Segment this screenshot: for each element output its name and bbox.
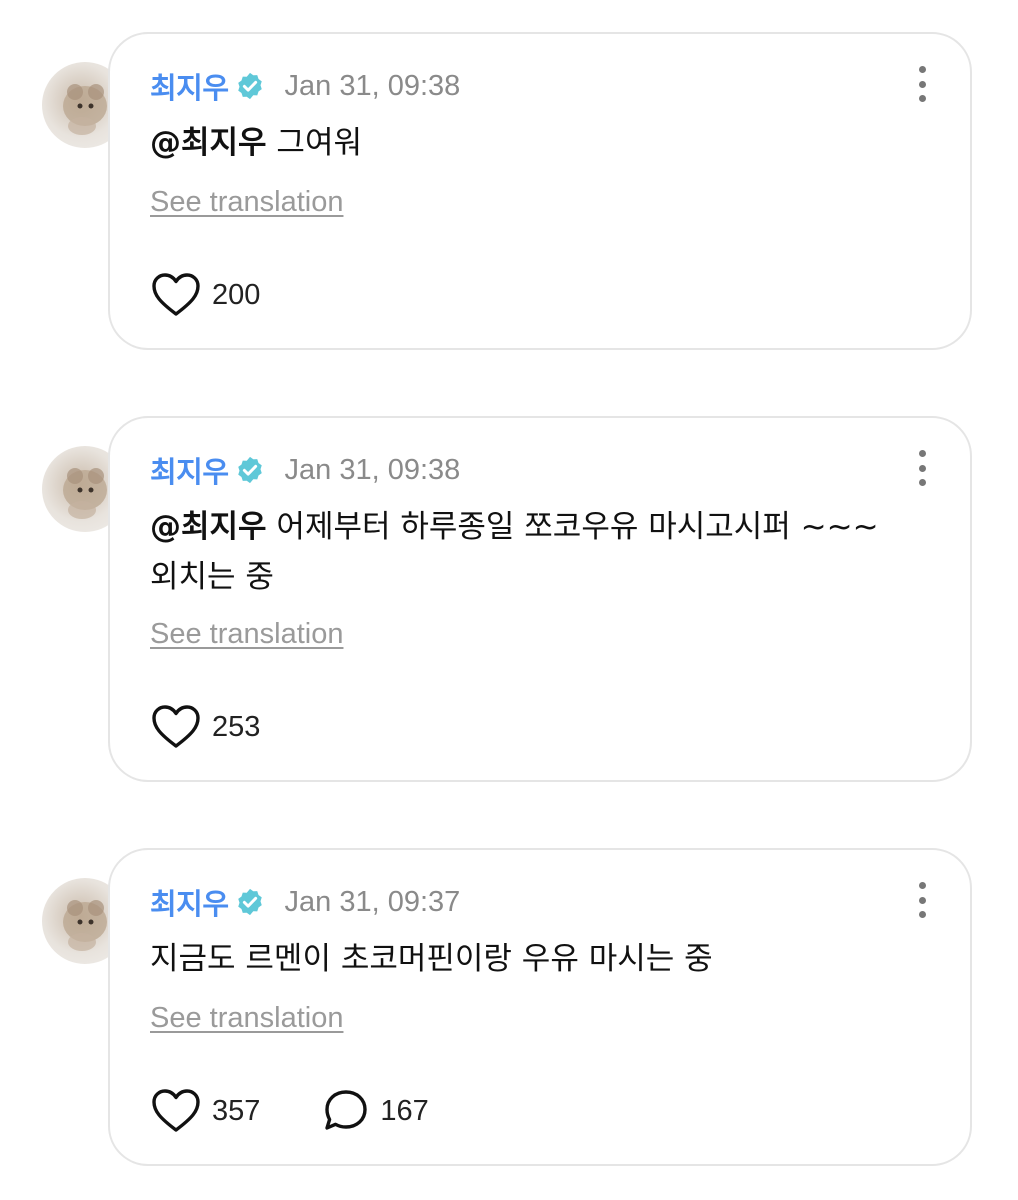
post-text: 지금도 르멘이 초코머핀이랑 우유 마시는 중 — [150, 934, 930, 984]
post-card[interactable]: 최지우 Jan 31, 09:38 @최지우 어제부터 하루종일 쪼코우유 마시… — [108, 416, 972, 782]
mention-link[interactable]: @최지우 — [150, 125, 267, 161]
post-text: @최지우 어제부터 하루종일 쪼코우유 마시고시퍼 ~~~ 외치는 중 — [150, 502, 880, 602]
author-name[interactable]: 최지우 — [150, 449, 229, 491]
like-button[interactable]: 253 — [150, 704, 260, 750]
post-timestamp: Jan 31, 09:38 — [284, 453, 461, 486]
author-name[interactable]: 최지우 — [150, 881, 229, 923]
verified-badge-icon — [235, 455, 265, 485]
post-body: 지금도 르멘이 초코머핀이랑 우유 마시는 중 — [150, 941, 713, 977]
mention-link[interactable]: @최지우 — [150, 509, 267, 545]
like-count: 253 — [212, 710, 261, 743]
post-header: 최지우 Jan 31, 09:37 — [150, 882, 460, 922]
post-header: 최지우 Jan 31, 09:38 — [150, 66, 460, 106]
heart-icon — [152, 273, 200, 316]
author-name[interactable]: 최지우 — [150, 65, 229, 107]
more-vertical-icon[interactable] — [916, 450, 928, 486]
post-card[interactable]: 최지우 Jan 31, 09:38 @최지우 그여워 See translati… — [108, 32, 972, 350]
post-actions: 253 — [150, 702, 322, 752]
post-actions: 357 167 — [150, 1086, 491, 1136]
like-button[interactable]: 357 — [150, 1088, 260, 1134]
post-timestamp: Jan 31, 09:38 — [284, 69, 461, 102]
post-card[interactable]: 최지우 Jan 31, 09:37 지금도 르멘이 초코머핀이랑 우유 마시는 … — [108, 848, 972, 1166]
more-vertical-icon[interactable] — [916, 882, 928, 918]
like-count: 357 — [212, 1094, 261, 1127]
post-body: 그여워 — [276, 125, 362, 161]
see-translation-link[interactable]: See translation — [150, 186, 343, 219]
reply-count: 167 — [380, 1094, 429, 1127]
see-translation-link[interactable]: See translation — [150, 618, 343, 651]
reply-button[interactable]: 167 — [322, 1088, 429, 1134]
like-button[interactable]: 200 — [150, 272, 260, 318]
verified-badge-icon — [235, 887, 265, 917]
more-vertical-icon[interactable] — [916, 66, 928, 102]
post-timestamp: Jan 31, 09:37 — [284, 885, 461, 918]
post-text: @최지우 그여워 — [150, 118, 930, 168]
heart-icon — [152, 1089, 200, 1132]
heart-icon — [152, 705, 200, 748]
post-header: 최지우 Jan 31, 09:38 — [150, 450, 460, 490]
post-actions: 200 — [150, 270, 322, 320]
see-translation-link[interactable]: See translation — [150, 1002, 343, 1035]
verified-badge-icon — [235, 71, 265, 101]
like-count: 200 — [212, 278, 261, 311]
comment-bubble-icon — [325, 1090, 368, 1130]
